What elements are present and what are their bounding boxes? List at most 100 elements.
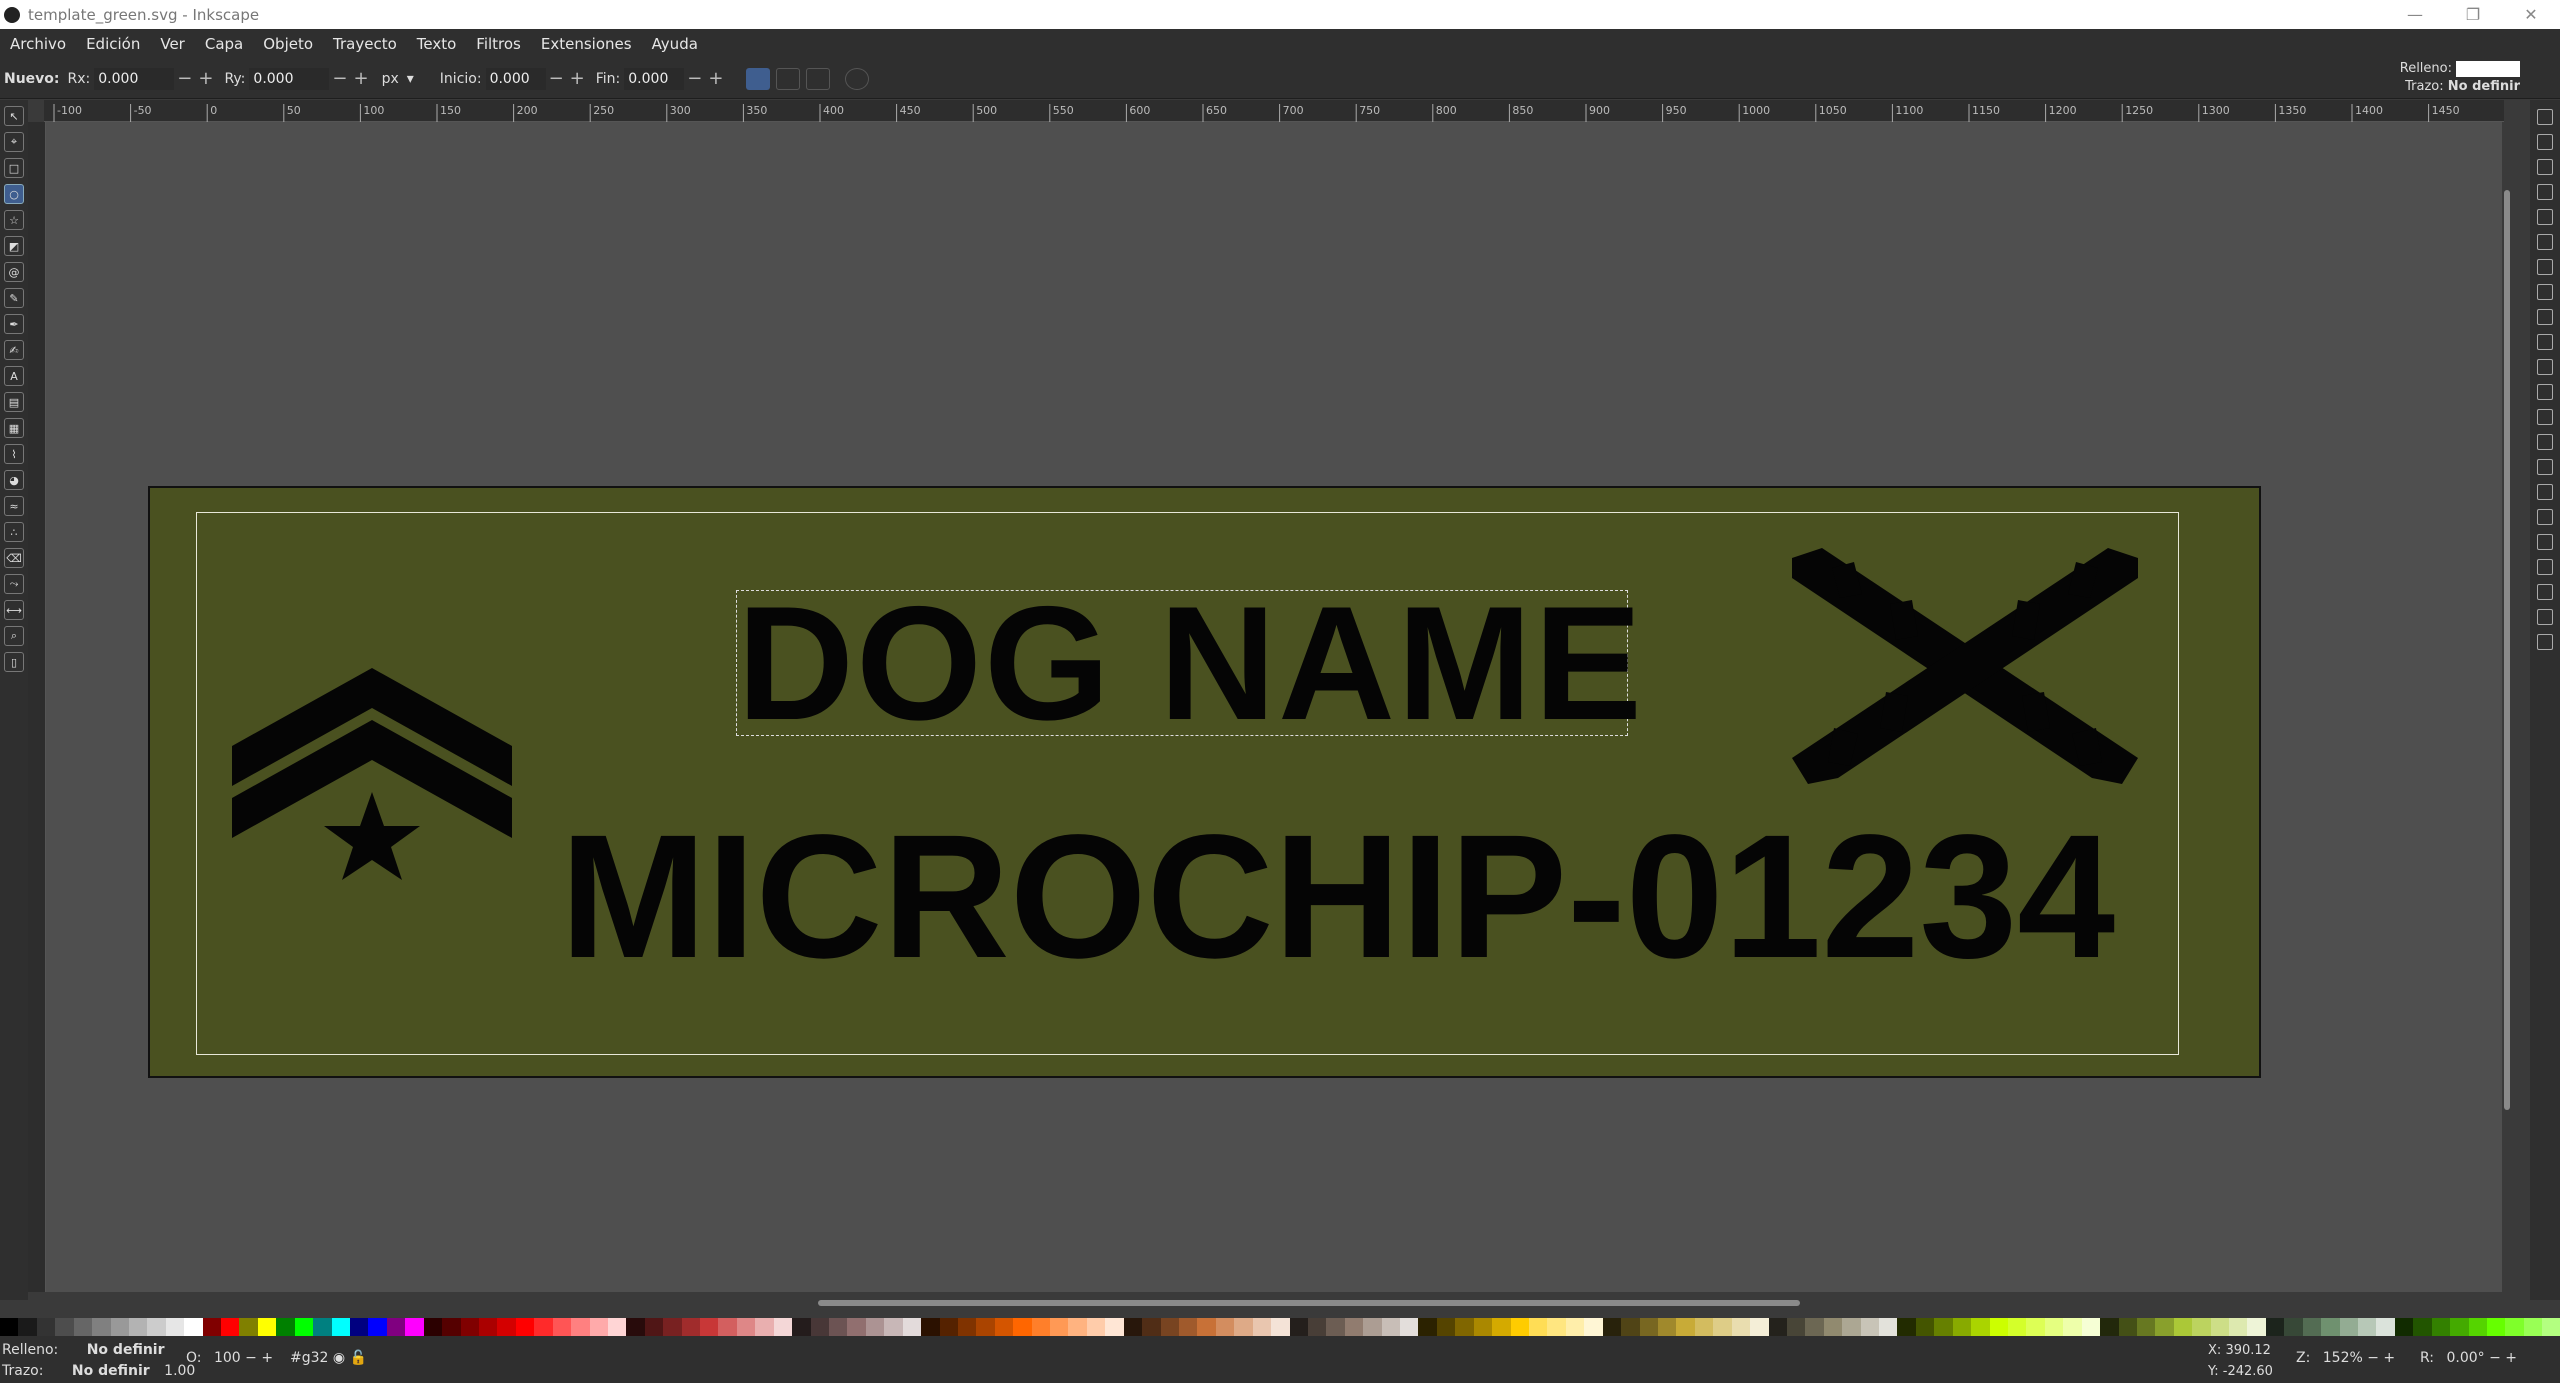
palette-swatch[interactable]: [2007, 1318, 2027, 1336]
palette-swatch[interactable]: [221, 1318, 240, 1336]
tweak-tool-icon[interactable]: ≈: [4, 496, 24, 516]
palette-swatch[interactable]: [460, 1318, 479, 1336]
palette-swatch[interactable]: [36, 1318, 56, 1336]
palette-swatch[interactable]: [257, 1318, 277, 1336]
menu-objeto[interactable]: Objeto: [253, 35, 323, 53]
palette-swatch[interactable]: [1381, 1318, 1401, 1336]
dropper-tool-icon[interactable]: ⌇: [4, 444, 24, 464]
palette-swatch[interactable]: [18, 1318, 37, 1336]
mesh-tool-icon[interactable]: ▦: [4, 418, 24, 438]
palette-swatch[interactable]: [1860, 1318, 1880, 1336]
palette-swatch[interactable]: [792, 1318, 811, 1336]
palette-swatch[interactable]: [2192, 1318, 2211, 1336]
palette-swatch[interactable]: [718, 1318, 737, 1336]
make-whole-button[interactable]: [845, 67, 870, 90]
spray-tool-icon[interactable]: ∴: [4, 522, 24, 542]
palette-swatch[interactable]: [1234, 1318, 1253, 1336]
palette-swatch[interactable]: [2450, 1318, 2469, 1336]
palette-swatch[interactable]: [1050, 1318, 1069, 1336]
menu-capa[interactable]: Capa: [195, 35, 253, 53]
zoom-selection-icon[interactable]: [2537, 384, 2553, 400]
redo-icon[interactable]: [2537, 284, 2553, 300]
menu-filtros[interactable]: Filtros: [466, 35, 531, 53]
fill-swatch[interactable]: [2456, 60, 2520, 77]
palette-swatch[interactable]: [350, 1318, 369, 1336]
palette-swatch[interactable]: [1123, 1318, 1143, 1336]
palette-swatch[interactable]: [534, 1318, 553, 1336]
vertical-ruler[interactable]: [28, 122, 46, 1292]
palette-swatch[interactable]: [239, 1318, 258, 1336]
menu-ayuda[interactable]: Ayuda: [642, 35, 708, 53]
palette-swatch[interactable]: [1363, 1318, 1382, 1336]
palette-swatch[interactable]: [202, 1318, 222, 1336]
palette-swatch[interactable]: [2100, 1318, 2119, 1336]
start-increment-button[interactable]: +: [570, 68, 585, 89]
palette-swatch[interactable]: [1307, 1318, 1327, 1336]
palette-swatch[interactable]: [1179, 1318, 1198, 1336]
start-input[interactable]: [485, 67, 546, 90]
palette-swatch[interactable]: [1879, 1318, 1898, 1336]
palette-swatch[interactable]: [1142, 1318, 1161, 1336]
preferences-icon[interactable]: [2537, 634, 2553, 650]
chord-type-button[interactable]: [806, 67, 831, 90]
palette-swatch[interactable]: [1215, 1318, 1235, 1336]
palette-swatch[interactable]: [2413, 1318, 2432, 1336]
gradient-tool-icon[interactable]: ▤: [4, 392, 24, 412]
palette-swatch[interactable]: [1768, 1318, 1787, 1336]
start-decrement-button[interactable]: −: [549, 68, 564, 89]
print-icon[interactable]: [2537, 184, 2553, 200]
rx-decrement-button[interactable]: −: [177, 68, 192, 89]
palette-swatch[interactable]: [184, 1318, 203, 1336]
palette-swatch[interactable]: [1897, 1318, 1916, 1336]
text-tool-icon[interactable]: A: [4, 366, 24, 386]
palette-swatch[interactable]: [331, 1318, 351, 1336]
node-tool-icon[interactable]: ⌖: [4, 132, 24, 152]
menu-edicion[interactable]: Edición: [76, 35, 150, 53]
palette-swatch[interactable]: [92, 1318, 111, 1336]
menu-trayecto[interactable]: Trayecto: [323, 35, 407, 53]
palette-swatch[interactable]: [755, 1318, 774, 1336]
palette-swatch[interactable]: [1657, 1318, 1677, 1336]
palette-swatch[interactable]: [1934, 1318, 1953, 1336]
measure-tool-icon[interactable]: ⟷: [4, 600, 24, 620]
palette-swatch[interactable]: [2026, 1318, 2045, 1336]
palette-swatch[interactable]: [1952, 1318, 1972, 1336]
palette-swatch[interactable]: [2044, 1318, 2064, 1336]
palette-swatch[interactable]: [1086, 1318, 1106, 1336]
palette-swatch[interactable]: [313, 1318, 332, 1336]
palette-swatch[interactable]: [2173, 1318, 2193, 1336]
rotation-input[interactable]: 0.00°: [2446, 1350, 2484, 1366]
ry-increment-button[interactable]: +: [354, 68, 369, 89]
palette-swatch[interactable]: [2431, 1318, 2451, 1336]
palette-swatch[interactable]: [165, 1318, 185, 1336]
close-button[interactable]: ✕: [2502, 0, 2560, 29]
palette-swatch[interactable]: [847, 1318, 866, 1336]
star-tool-icon[interactable]: ☆: [4, 210, 24, 230]
cut-icon[interactable]: [2537, 334, 2553, 350]
palette-swatch[interactable]: [1971, 1318, 1990, 1336]
horizontal-scrollbar[interactable]: [818, 1300, 1800, 1306]
current-layer[interactable]: #g32: [290, 1350, 328, 1366]
palette-swatch[interactable]: [1621, 1318, 1640, 1336]
palette-swatch[interactable]: [442, 1318, 461, 1336]
palette-swatch[interactable]: [2210, 1318, 2230, 1336]
palette-swatch[interactable]: [1160, 1318, 1179, 1336]
unit-select[interactable]: px: [382, 71, 399, 87]
palette-swatch[interactable]: [1289, 1318, 1308, 1336]
palette-swatch[interactable]: [626, 1318, 645, 1336]
palette-swatch[interactable]: [1013, 1318, 1032, 1336]
rx-increment-button[interactable]: +: [198, 68, 213, 89]
palette-swatch[interactable]: [681, 1318, 701, 1336]
open-icon[interactable]: [2537, 134, 2553, 150]
export-icon[interactable]: [2537, 234, 2553, 250]
zoom-input[interactable]: 152%: [2323, 1350, 2363, 1366]
end-increment-button[interactable]: +: [708, 68, 723, 89]
opacity-input[interactable]: 100: [214, 1350, 241, 1366]
palette-swatch[interactable]: [976, 1318, 995, 1336]
palette-swatch[interactable]: [1584, 1318, 1603, 1336]
zoom-tool-icon[interactable]: ⌕: [4, 626, 24, 646]
end-input[interactable]: [624, 67, 685, 90]
palette-swatch[interactable]: [128, 1318, 148, 1336]
dog-name-text[interactable]: DOG NAME: [736, 583, 1642, 745]
palette-swatch[interactable]: [1547, 1318, 1566, 1336]
